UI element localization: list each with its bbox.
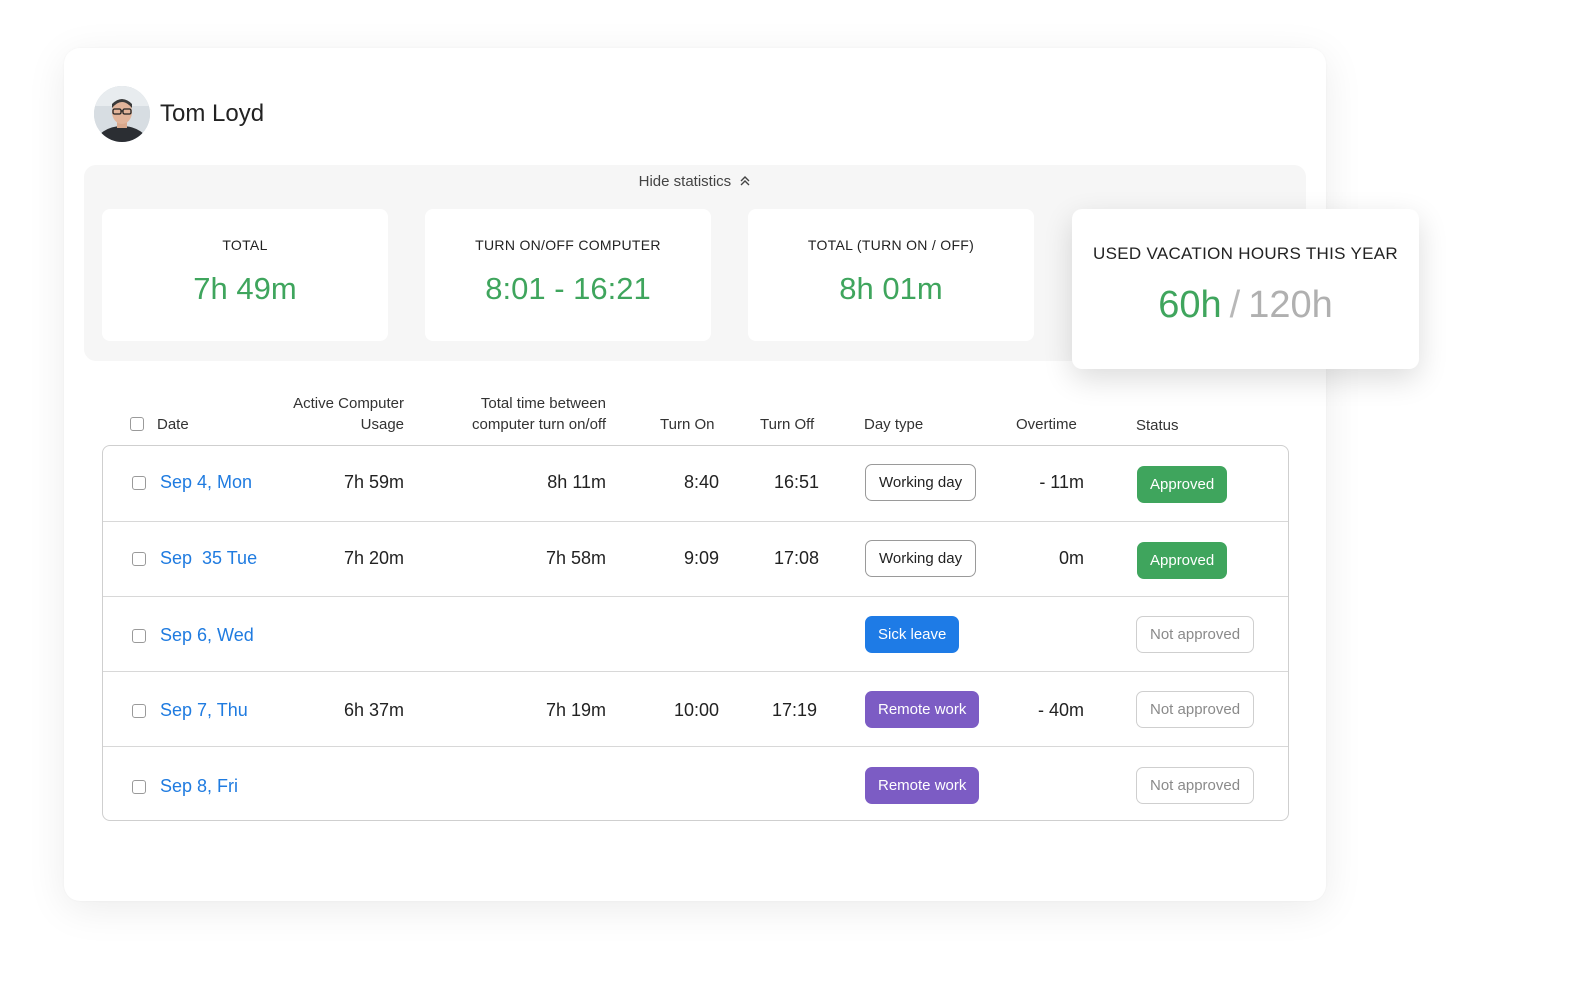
row-turn-on: 10:00: [673, 700, 719, 720]
chevron-double-up-icon: [739, 174, 751, 191]
table-row: Sep 35 Tue 7h 20m 7h 58m 9:09 17:08 Work…: [103, 521, 1288, 597]
row-date-link[interactable]: Sep 7, Thu: [160, 700, 248, 721]
row-overtime: 0m: [1058, 548, 1084, 568]
vacation-used: 60h: [1158, 284, 1222, 326]
vacation-separator: /: [1229, 284, 1241, 326]
status-badge[interactable]: Not approved: [1136, 691, 1255, 728]
header-active-line1: Active Computer: [293, 395, 404, 412]
table-row: Sep 8, Fri Remote work Not approved: [103, 746, 1288, 822]
row-turn-on: 8:40: [683, 472, 719, 492]
day-type-badge: Working day: [865, 540, 977, 577]
status-badge[interactable]: Not approved: [1136, 616, 1255, 653]
hide-statistics-label: Hide statistics: [638, 173, 732, 190]
row-turn-off: 16:51: [773, 472, 819, 492]
header-between-line1: Total time between: [480, 395, 606, 412]
vacation-value: 60h/120h: [1072, 284, 1419, 327]
row-active: 7h 59m: [343, 472, 404, 492]
row-turn-on: 9:09: [683, 548, 719, 568]
row-date-link[interactable]: Sep 8, Fri: [160, 776, 238, 797]
row-active: 7h 20m: [343, 548, 404, 568]
avatar: [94, 86, 150, 142]
header-between-line2: computer turn on/off: [472, 416, 606, 433]
header-turn-off: Turn Off: [760, 416, 815, 433]
row-date-link[interactable]: Sep 6, Wed: [160, 625, 254, 646]
select-all-checkbox[interactable]: [130, 417, 144, 431]
header-status: Status: [1136, 417, 1179, 434]
row-checkbox[interactable]: [132, 629, 146, 643]
row-overtime: - 40m: [1037, 700, 1084, 720]
vacation-hours-card: USED VACATION HOURS THIS YEAR 60h/120h: [1072, 209, 1419, 369]
stat-label: TOTAL (TURN ON / OFF): [807, 237, 975, 253]
timesheet-table: Sep 4, Mon 7h 59m 8h 11m 8:40 16:51 Work…: [102, 445, 1289, 821]
stat-label: TURN ON/OFF COMPUTER: [475, 237, 661, 253]
day-type-badge: Working day: [865, 464, 977, 501]
row-overtime: - 11m: [1039, 472, 1084, 492]
day-type-badge: Sick leave: [865, 616, 960, 653]
status-badge[interactable]: Approved: [1137, 466, 1228, 503]
row-between: 8h 11m: [547, 472, 606, 492]
header-day-type: Day type: [864, 416, 924, 433]
header-overtime: Overtime: [1016, 416, 1077, 433]
day-type-badge: Remote work: [865, 691, 980, 728]
row-between: 7h 19m: [545, 700, 606, 720]
row-turn-off: 17:19: [771, 700, 817, 720]
stat-label: TOTAL: [222, 237, 268, 253]
vacation-label: USED VACATION HOURS THIS YEAR: [1093, 244, 1398, 263]
row-turn-off: 17:08: [773, 548, 819, 568]
status-badge[interactable]: Not approved: [1136, 767, 1255, 804]
stat-card-total-turn-on-off: TOTAL (TURN ON / OFF) 8h 01m: [748, 209, 1034, 341]
row-active: 6h 37m: [343, 700, 404, 720]
table-row: Sep 7, Thu 6h 37m 7h 19m 10:00 17:19 Rem…: [103, 671, 1288, 747]
vacation-total: 120h: [1248, 284, 1333, 326]
header-active-usage: Active Computer Usage: [250, 393, 404, 435]
stat-card-total: TOTAL 7h 49m: [102, 209, 388, 341]
stat-card-turn-on-off: TURN ON/OFF COMPUTER 8:01 - 16:21: [425, 209, 711, 341]
user-name: Tom Loyd: [160, 100, 265, 127]
row-date-link[interactable]: Sep 4, Mon: [160, 472, 252, 493]
stat-value: 8h 01m: [839, 271, 943, 306]
table-row: Sep 6, Wed Sick leave Not approved: [103, 596, 1288, 672]
row-between: 7h 58m: [545, 548, 606, 568]
stat-value: 8:01 - 16:21: [485, 271, 651, 306]
stat-value: 7h 49m: [193, 271, 297, 306]
header-active-line2: Usage: [360, 416, 404, 433]
header-date: Date: [157, 416, 189, 433]
table-row: Sep 4, Mon 7h 59m 8h 11m 8:40 16:51 Work…: [103, 446, 1288, 521]
header-turn-on: Turn On: [660, 416, 715, 433]
hide-statistics-toggle[interactable]: Hide statistics: [84, 173, 1306, 191]
row-checkbox[interactable]: [132, 704, 146, 718]
row-checkbox[interactable]: [132, 552, 146, 566]
status-badge[interactable]: Approved: [1137, 542, 1228, 579]
row-date-link[interactable]: Sep 35 Tue: [160, 548, 257, 569]
user-header: Tom Loyd: [94, 86, 264, 142]
header-total-between: Total time between computer turn on/off: [430, 393, 606, 435]
day-type-badge: Remote work: [865, 767, 980, 804]
row-checkbox[interactable]: [132, 780, 146, 794]
row-checkbox[interactable]: [132, 476, 146, 490]
